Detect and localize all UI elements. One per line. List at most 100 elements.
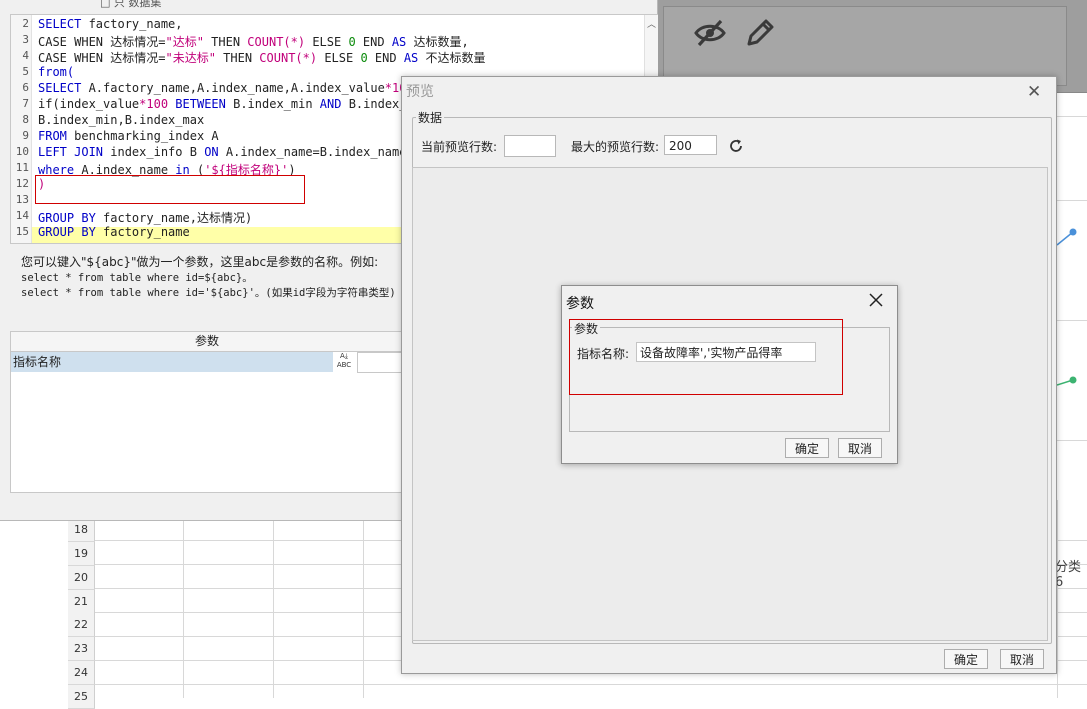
code-token: COUNT(*)	[259, 51, 318, 65]
line-number: 13	[15, 193, 29, 206]
eye-slash-icon[interactable]	[693, 16, 727, 50]
dialog-title: 预览	[406, 84, 434, 100]
code-line[interactable]: SELECT factory_name,	[38, 17, 183, 31]
code-line[interactable]: CASE WHEN 达标情况="未达标" THEN COUNT(*) ELSE …	[38, 49, 486, 66]
row-number[interactable]: 19	[68, 542, 95, 566]
code-token: LEFT JOIN	[38, 145, 104, 159]
code-token: ON	[204, 145, 219, 159]
row-number[interactable]: 24	[68, 661, 95, 685]
parameter-hint: 您可以键入"${abc}"做为一个参数，这里abc是参数的名称。例如: sele…	[21, 253, 411, 301]
ok-button[interactable]: 确定	[785, 438, 829, 458]
code-line[interactable]: SELECT A.factory_name,A.index_name,A.ind…	[38, 81, 414, 95]
grid-line	[1057, 116, 1087, 117]
code-token: SELECT	[38, 81, 82, 95]
code-token: index_info B	[103, 145, 205, 159]
annotation-highlight	[569, 319, 843, 395]
code-token: 0	[348, 35, 356, 49]
code-token: factory_name	[95, 225, 190, 239]
pencil-icon[interactable]	[743, 16, 777, 50]
hint-example: select * from table where id=${abc}。	[21, 272, 253, 284]
line-number: 3	[22, 33, 29, 46]
row-number[interactable]: 22	[68, 613, 95, 637]
grid-line	[183, 500, 184, 698]
annotation-highlight	[35, 175, 305, 204]
code-token: END	[367, 51, 404, 65]
row-number[interactable]: 25	[68, 685, 95, 709]
code-token: if(index_value	[38, 97, 140, 111]
row-number[interactable]: 20	[68, 566, 95, 590]
line-number: 2	[22, 17, 29, 30]
code-token: "达标"	[165, 35, 204, 49]
code-token: AS	[403, 51, 419, 65]
code-token: A.index_name=B.index_name	[218, 145, 407, 159]
code-token: benchmarking_index A	[66, 129, 219, 143]
code-token: *100	[139, 97, 169, 111]
max-rows-input[interactable]: 200	[664, 135, 717, 155]
code-token: "未达标"	[165, 51, 216, 65]
line-number: 15	[15, 225, 29, 238]
max-rows-label: 最大的预览行数:	[571, 140, 660, 154]
code-token: B.index_min,B.index_max	[38, 113, 205, 127]
code-token: FROM	[38, 129, 67, 143]
toolbar-text[interactable]: □ 只 数据集	[100, 0, 161, 10]
category-label: 分类6	[1055, 560, 1082, 590]
scroll-up-icon[interactable]: ︿	[647, 17, 656, 30]
line-number: 6	[22, 81, 29, 94]
hint-text: 您可以键入"${abc}"做为一个参数，这里abc是参数的名称。例如:	[21, 255, 379, 269]
grid-line	[1057, 200, 1087, 201]
grid-line	[273, 500, 274, 698]
sql-toolbar: □ 只 数据集	[0, 0, 657, 14]
code-token: BETWEEN	[175, 97, 226, 111]
row-number[interactable]: 18	[68, 518, 95, 542]
grid-line	[94, 684, 1087, 685]
group-label: 数据	[416, 109, 445, 126]
code-token: A.factory_name,A.index_name,A.index_valu…	[81, 81, 385, 95]
parameter-row-name[interactable]: 指标名称	[11, 352, 333, 372]
row-number[interactable]: 21	[68, 590, 95, 614]
line-number: 9	[22, 129, 29, 142]
row-number[interactable]: 23	[68, 637, 95, 661]
parameter-table: 参数 指标名称 A⤓ ABC	[10, 331, 405, 493]
code-token: ELSE	[317, 51, 361, 65]
line-number: 12	[15, 177, 29, 190]
refresh-icon[interactable]	[728, 138, 744, 154]
line-number: 8	[22, 113, 29, 126]
code-token: SELECT	[38, 17, 82, 31]
code-token: 不达标数量	[418, 51, 486, 65]
grid-line	[363, 500, 364, 698]
code-token: THEN	[203, 35, 248, 49]
background-chart-fragment	[1057, 228, 1077, 386]
code-line[interactable]: CASE WHEN 达标情况="达标" THEN COUNT(*) ELSE 0…	[38, 33, 469, 50]
cancel-button[interactable]: 取消	[838, 438, 882, 458]
code-line[interactable]: GROUP BY factory_name,达标情况)	[38, 209, 252, 226]
text-type-icon[interactable]: A⤓ ABC	[333, 352, 355, 372]
current-rows-input[interactable]	[504, 135, 556, 157]
code-token: AND	[319, 97, 342, 111]
cancel-button[interactable]: 取消	[1000, 649, 1044, 669]
parameter-table-header: 参数	[11, 332, 403, 352]
grid-line	[1057, 440, 1087, 441]
line-number: 5	[22, 65, 29, 78]
code-token: 达标数量,	[406, 35, 469, 49]
ok-button[interactable]: 确定	[944, 649, 988, 669]
code-line[interactable]: FROM benchmarking_index A	[38, 129, 219, 143]
code-token: END	[355, 35, 392, 49]
code-line[interactable]: if(index_value*100 BETWEEN B.index_min A…	[38, 97, 414, 111]
code-token: CASE WHEN 达标情况=	[38, 35, 166, 49]
code-line[interactable]: GROUP BY factory_name	[38, 225, 190, 239]
parameter-value-input[interactable]	[357, 352, 405, 373]
code-token: from(	[38, 65, 75, 79]
parameter-dialog: 参数 参数 指标名称: 设备故障率','实物产品得率 确定 取消	[561, 285, 898, 464]
code-line[interactable]: LEFT JOIN index_info B ON A.index_name=B…	[38, 145, 406, 159]
close-icon[interactable]	[867, 291, 885, 309]
line-number: 11	[15, 161, 29, 174]
hint-example: select * from table where id='${abc}'。(如…	[21, 287, 396, 299]
code-token: GROUP BY	[38, 211, 96, 225]
line-number-gutter: 2 3 4 5 6 7 8 9 10 11 12 13 14 15	[11, 15, 32, 243]
code-token: CASE WHEN 达标情况=	[38, 51, 166, 65]
code-line[interactable]: from(	[38, 65, 74, 79]
code-token: ELSE	[305, 35, 349, 49]
line-number: 10	[15, 145, 29, 158]
close-icon[interactable]: ✕	[1027, 82, 1041, 102]
code-line[interactable]: B.index_min,B.index_max	[38, 113, 204, 127]
